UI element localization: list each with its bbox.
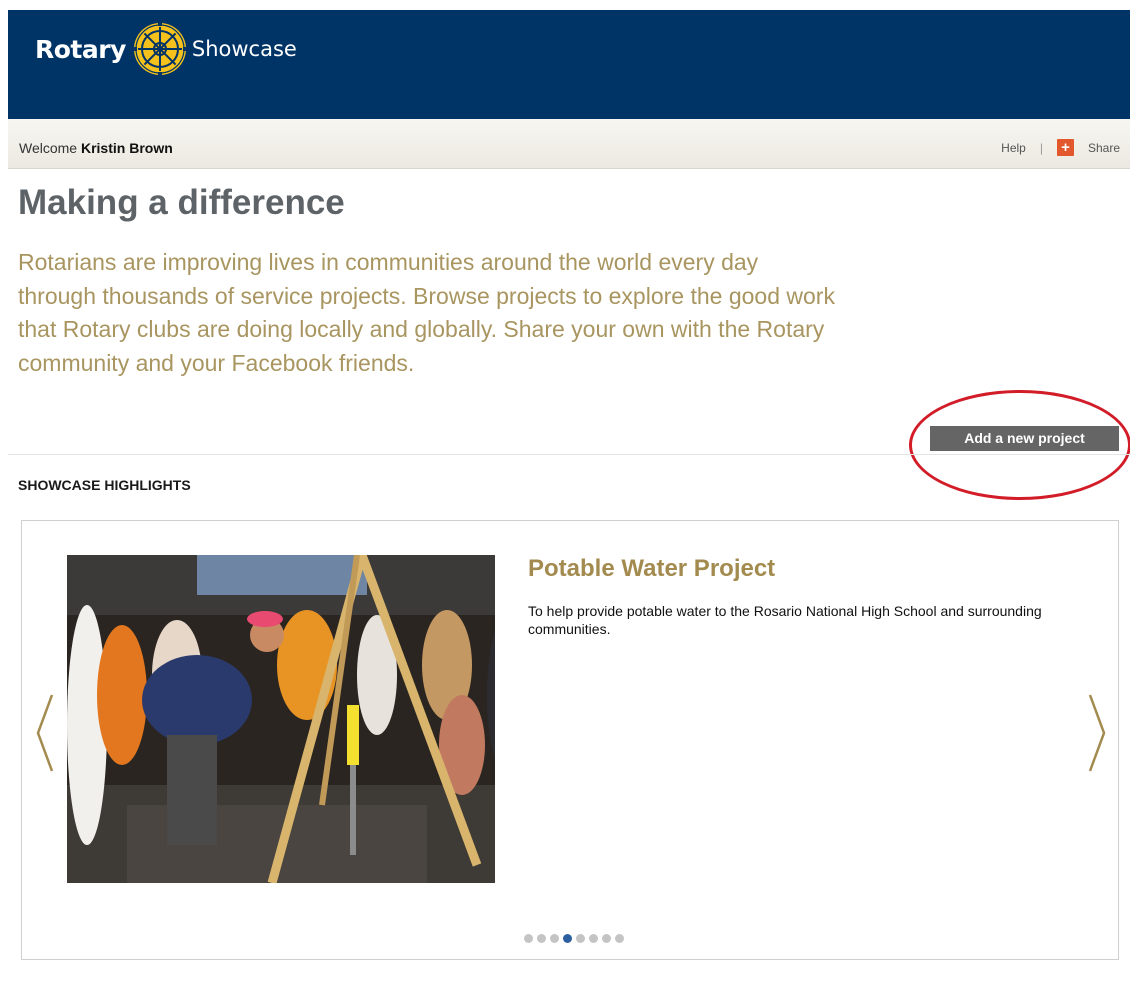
page-title: Making a difference — [18, 183, 345, 222]
section-divider — [8, 454, 1130, 455]
share-plus-icon[interactable]: + — [1056, 139, 1074, 156]
rotary-showcase-logo[interactable]: Rotary Showcase — [35, 21, 297, 77]
carousel-dot[interactable] — [563, 934, 572, 943]
brand-rotary-text: Rotary — [35, 34, 126, 64]
carousel-dot[interactable] — [615, 934, 624, 943]
carousel-dot[interactable] — [576, 934, 585, 943]
user-name: Kristin Brown — [80, 140, 173, 156]
highlights-carousel: Potable Water Project To help provide po… — [21, 520, 1119, 960]
intro-text: Rotarians are improving lives in communi… — [18, 249, 835, 376]
welcome-prefix: Welcome — [19, 140, 78, 156]
share-link[interactable]: Share — [1088, 141, 1120, 155]
separator: | — [1039, 140, 1043, 155]
project-photo[interactable] — [67, 555, 495, 883]
showcase-highlights-title: SHOWCASE HIGHLIGHTS — [18, 477, 191, 493]
carousel-dot[interactable] — [524, 934, 533, 943]
carousel-dot[interactable] — [537, 934, 546, 943]
carousel-dot[interactable] — [589, 934, 598, 943]
chevron-right-icon[interactable] — [1086, 693, 1108, 773]
chevron-left-icon[interactable] — [34, 693, 56, 773]
welcome-message: Welcome Kristin Brown — [19, 140, 173, 156]
slide-title[interactable]: Potable Water Project — [528, 555, 775, 583]
carousel-dot[interactable] — [602, 934, 611, 943]
carousel-pagination — [524, 934, 628, 943]
header-bar: Rotary Showcase — [8, 10, 1130, 119]
rotary-wheel-icon — [131, 21, 188, 77]
help-link[interactable]: Help — [1001, 141, 1026, 155]
utility-links: Help | + Share — [1001, 139, 1120, 156]
highlight-circle-annotation — [909, 390, 1130, 500]
welcome-bar: Welcome Kristin Brown Help | + Share — [8, 119, 1130, 169]
brand-showcase-text: Showcase — [191, 37, 297, 61]
carousel-dot[interactable] — [550, 934, 559, 943]
slide-description: To help provide potable water to the Ros… — [528, 603, 1042, 637]
